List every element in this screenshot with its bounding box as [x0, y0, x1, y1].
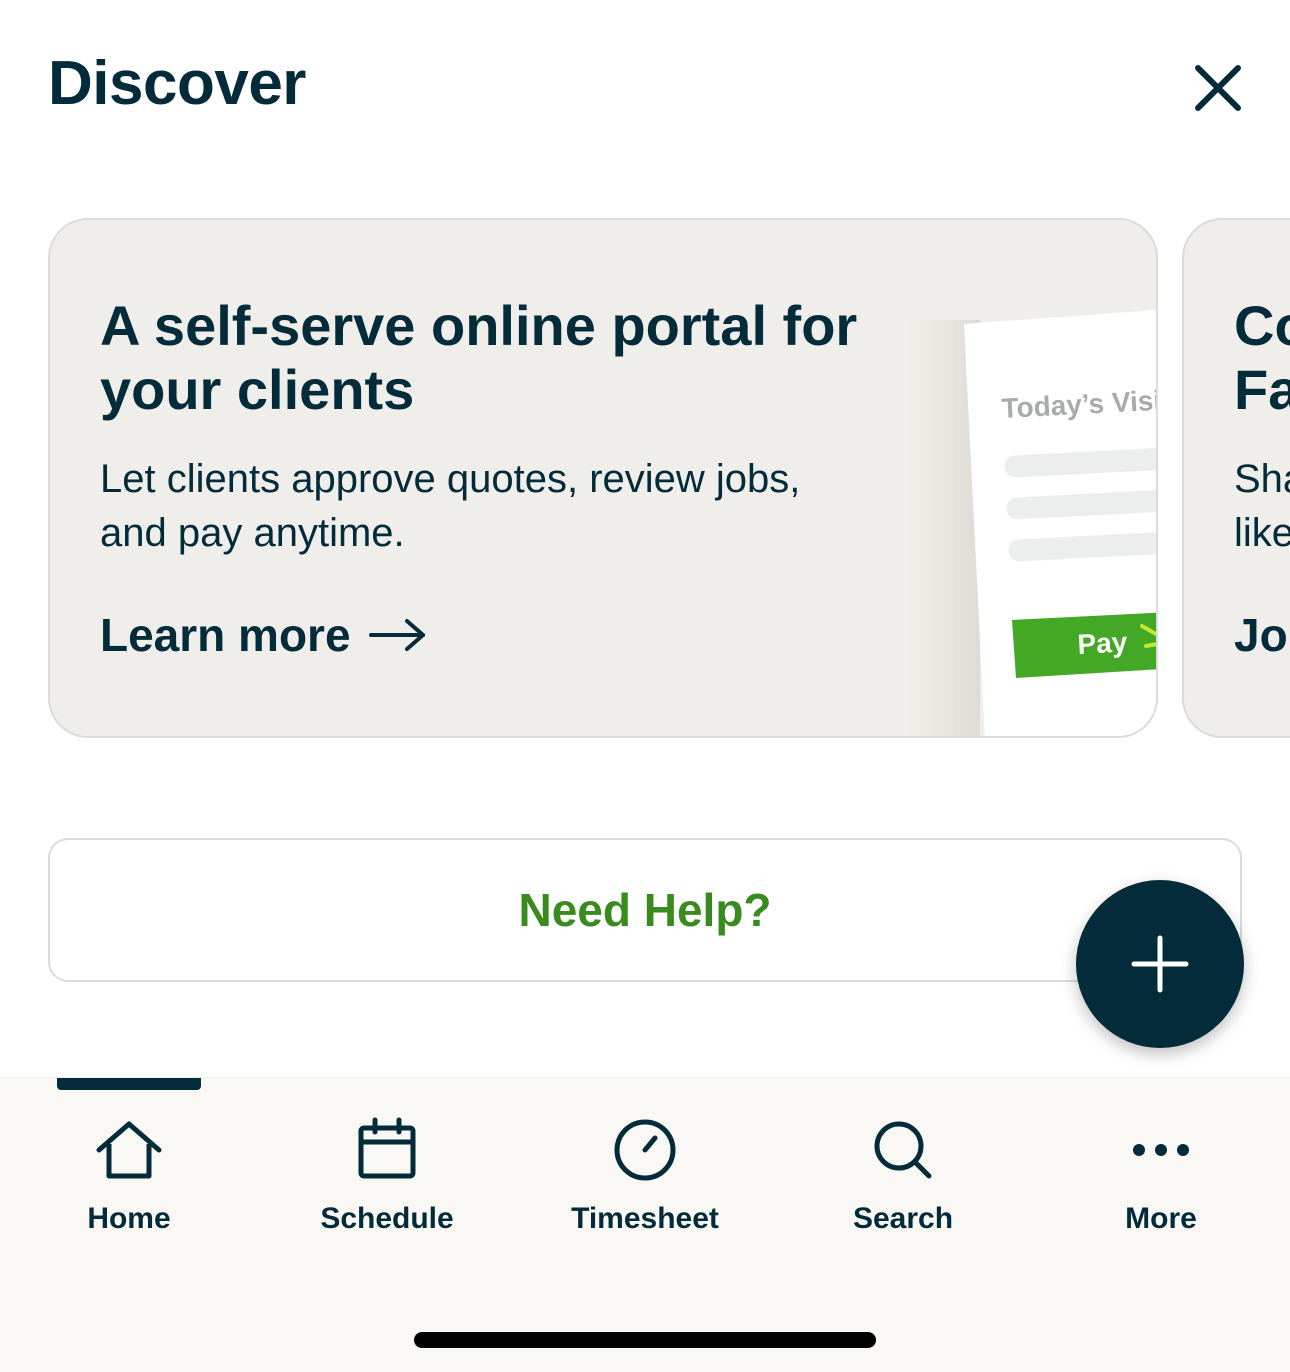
feature-card-client-hub[interactable]: A self-serve online portal for your clie…: [48, 218, 1158, 738]
page-title: Discover: [48, 49, 306, 118]
arrow-right-icon: [368, 619, 425, 651]
search-icon: [874, 1121, 932, 1179]
card-description: Sha like: [1234, 457, 1290, 555]
tab-label: Home: [87, 1202, 171, 1235]
learn-more-label: Learn more: [100, 609, 351, 661]
card-description: Let clients approve quotes, review jobs,…: [100, 457, 801, 555]
card-title: Co Fa: [1234, 294, 1290, 421]
tab-schedule[interactable]: Schedule: [287, 1114, 487, 1244]
illustration-pay-label: Pay: [1077, 626, 1129, 660]
clock-icon: [614, 1119, 676, 1181]
discover-carousel[interactable]: A self-serve online portal for your clie…: [0, 218, 1290, 744]
close-button[interactable]: [1188, 58, 1248, 118]
tab-label: Search: [852, 1202, 954, 1235]
tab-more[interactable]: More: [1061, 1114, 1261, 1244]
learn-more-link[interactable]: Learn more: [100, 608, 427, 662]
tab-label: Schedule: [320, 1202, 454, 1235]
tab-label: More: [1125, 1202, 1197, 1235]
card-link[interactable]: Jo: [1234, 608, 1288, 662]
tab-timesheet[interactable]: Timesheet: [545, 1114, 745, 1244]
tab-label: Timesheet: [571, 1202, 719, 1235]
home-icon: [96, 1121, 162, 1179]
feature-card-next[interactable]: Co Fa Sha like Jo: [1182, 218, 1290, 738]
calendar-icon: [358, 1117, 416, 1179]
plus-icon: [1131, 935, 1189, 993]
client-portal-illustration: Today’s Visit Pay: [910, 309, 1156, 736]
close-icon: [1195, 65, 1241, 111]
create-fab-button[interactable]: [1076, 880, 1244, 1048]
more-icon: [1133, 1144, 1189, 1156]
need-help-button[interactable]: Need Help?: [48, 838, 1242, 982]
home-indicator[interactable]: [414, 1332, 876, 1348]
tab-home[interactable]: Home: [29, 1114, 229, 1244]
bottom-tab-bar: Home Schedule Timesheet Search More: [0, 1078, 1290, 1372]
tab-search[interactable]: Search: [803, 1114, 1003, 1244]
active-tab-indicator: [57, 1078, 201, 1090]
card-title: A self-serve online portal for your clie…: [100, 294, 858, 421]
